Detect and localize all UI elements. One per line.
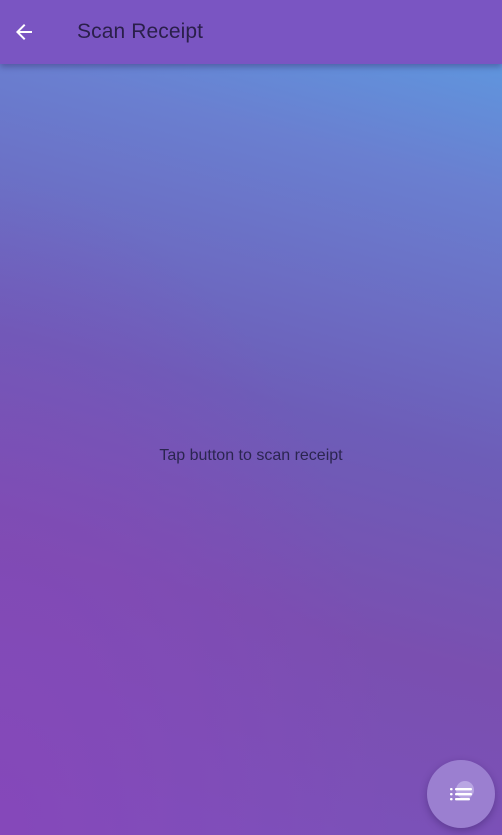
list-icon (450, 781, 474, 801)
app-bar: Scan Receipt (0, 0, 502, 64)
scan-receipt-fab[interactable] (427, 760, 495, 828)
back-button[interactable] (0, 0, 48, 64)
scan-instruction-text: Tap button to scan receipt (159, 447, 343, 464)
page-title: Scan Receipt (77, 20, 204, 43)
arrow-back-icon (16, 24, 32, 40)
scan-receipt-screen: Scan Receipt Tap button to scan receipt (0, 0, 502, 835)
